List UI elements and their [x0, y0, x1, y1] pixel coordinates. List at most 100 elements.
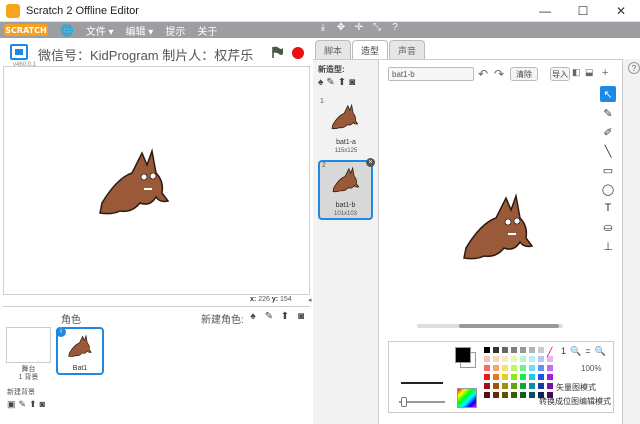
maximize-button[interactable]: ☐ — [564, 0, 602, 22]
shrink-icon[interactable]: ⤡ — [368, 22, 386, 38]
grow-icon[interactable]: ✛ — [350, 22, 368, 38]
undo-icon[interactable]: ↶ — [478, 67, 488, 81]
palette-swatch[interactable] — [528, 346, 536, 354]
palette-swatch[interactable] — [537, 364, 545, 372]
upload-sprite-icon[interactable]: ⬆ — [279, 311, 291, 323]
camera-costume-icon[interactable]: ◙ — [349, 77, 355, 88]
paint-backdrop-icon[interactable]: ✎ — [19, 399, 27, 410]
stage[interactable] — [3, 66, 310, 295]
palette-swatch[interactable] — [537, 382, 545, 390]
stamp-tool-icon[interactable]: ⊥ — [600, 238, 616, 254]
no-fill-icon[interactable]: ╱ — [547, 347, 552, 358]
close-button[interactable]: ✕ — [602, 0, 640, 22]
line-tool-icon[interactable]: ╲ — [600, 143, 616, 159]
line-width-slider[interactable] — [399, 397, 445, 407]
color-palette[interactable] — [483, 346, 555, 400]
backdrop-library-icon[interactable]: ▣ — [7, 399, 16, 410]
palette-swatch[interactable] — [519, 391, 527, 399]
select-tool-icon[interactable]: ↖ — [600, 86, 616, 102]
fullscreen-button[interactable] — [10, 44, 28, 60]
flip-vertical-icon[interactable]: ⬓ — [585, 67, 594, 78]
fill-tool-icon[interactable]: ⛀ — [600, 219, 616, 235]
palette-swatch[interactable] — [546, 364, 554, 372]
tab-costumes[interactable]: 造型 — [352, 40, 389, 59]
color-picker-button[interactable] — [457, 388, 477, 408]
palette-swatch[interactable] — [510, 391, 518, 399]
help-icon[interactable]: ? — [628, 62, 640, 74]
ellipse-tool-icon[interactable]: ◯ — [600, 181, 616, 197]
palette-swatch[interactable] — [510, 364, 518, 372]
palette-swatch[interactable] — [501, 364, 509, 372]
sprite-library-icon[interactable]: ♠ — [247, 311, 259, 323]
palette-swatch[interactable] — [501, 382, 509, 390]
costume-name-input[interactable] — [388, 67, 474, 81]
bat-costume-drawing[interactable] — [456, 188, 546, 278]
horizontal-scrollbar[interactable] — [417, 324, 563, 328]
duplicate-icon[interactable]: ⤓ — [314, 22, 332, 38]
sprite-tile-bat1[interactable]: i Bat1 — [56, 327, 104, 375]
zoom-equal-icon[interactable]: = — [585, 346, 590, 357]
reshape-tool-icon[interactable]: ✎ — [600, 105, 616, 121]
redo-icon[interactable]: ↷ — [494, 67, 504, 81]
camera-backdrop-icon[interactable]: ◙ — [40, 399, 45, 410]
palette-swatch[interactable] — [528, 364, 536, 372]
delete-icon[interactable]: ✥ — [332, 22, 350, 38]
tab-sounds[interactable]: 声音 — [389, 40, 426, 59]
palette-swatch[interactable] — [483, 346, 491, 354]
paint-costume-icon[interactable]: ✎ — [326, 77, 334, 88]
costume-item-selected[interactable]: 2 × bat1-b 101x103 — [318, 158, 375, 220]
tab-scripts[interactable]: 脚本 — [315, 40, 352, 59]
stage-thumbnail[interactable] — [6, 327, 51, 363]
import-button[interactable]: 导入 — [550, 67, 570, 81]
palette-swatch[interactable] — [492, 382, 500, 390]
palette-swatch[interactable] — [519, 373, 527, 381]
palette-swatch[interactable] — [501, 391, 509, 399]
palette-swatch[interactable] — [528, 373, 536, 381]
clear-button[interactable]: 清除 — [510, 67, 538, 81]
drawing-canvas[interactable] — [386, 88, 596, 328]
palette-swatch[interactable] — [501, 355, 509, 363]
text-tool-icon[interactable]: T — [600, 200, 616, 216]
resize-stage-icon[interactable]: ◂ — [308, 296, 312, 304]
upload-backdrop-icon[interactable]: ⬆ — [29, 399, 37, 410]
delete-costume-icon[interactable]: × — [366, 158, 375, 167]
palette-swatch[interactable] — [519, 364, 527, 372]
palette-swatch[interactable] — [510, 373, 518, 381]
costume-item[interactable]: 1 bat1-a 115x125 — [318, 98, 374, 158]
palette-swatch[interactable] — [537, 346, 545, 354]
zoom-reset-icon[interactable]: 1 — [561, 346, 566, 357]
convert-to-bitmap-button[interactable]: 转换成位图编辑模式 — [539, 396, 611, 407]
rectangle-tool-icon[interactable]: ▭ — [600, 162, 616, 178]
palette-swatch[interactable] — [483, 364, 491, 372]
block-help-icon[interactable]: ? — [386, 22, 404, 38]
vertical-scrollbar[interactable] — [622, 59, 640, 424]
palette-swatch[interactable] — [492, 346, 500, 354]
camera-sprite-icon[interactable]: ◙ — [295, 311, 307, 323]
green-flag-icon[interactable] — [271, 46, 284, 59]
palette-swatch[interactable] — [501, 373, 509, 381]
menu-about[interactable]: 关于 — [197, 23, 217, 38]
palette-swatch[interactable] — [510, 346, 518, 354]
palette-swatch[interactable] — [492, 373, 500, 381]
zoom-in-icon[interactable]: 🔍 — [595, 346, 606, 357]
palette-swatch[interactable] — [528, 355, 536, 363]
paint-new-sprite-icon[interactable]: ✎ — [263, 311, 275, 323]
menu-tips[interactable]: 提示 — [165, 23, 185, 38]
palette-swatch[interactable] — [537, 355, 545, 363]
palette-swatch[interactable] — [519, 346, 527, 354]
primary-color-swatch[interactable] — [455, 347, 471, 363]
palette-swatch[interactable] — [528, 391, 536, 399]
palette-swatch[interactable] — [510, 355, 518, 363]
pencil-tool-icon[interactable]: ✐ — [600, 124, 616, 140]
palette-swatch[interactable] — [528, 382, 536, 390]
palette-swatch[interactable] — [483, 373, 491, 381]
flip-horizontal-icon[interactable]: ◧ — [572, 67, 581, 78]
globe-icon[interactable]: 🌐 — [60, 24, 74, 37]
palette-swatch[interactable] — [537, 373, 545, 381]
scratch-logo[interactable]: SCRATCH — [4, 24, 48, 36]
upload-costume-icon[interactable]: ⬆ — [338, 77, 346, 88]
palette-swatch[interactable] — [492, 391, 500, 399]
palette-swatch[interactable] — [519, 355, 527, 363]
palette-swatch[interactable] — [510, 382, 518, 390]
palette-swatch[interactable] — [483, 355, 491, 363]
